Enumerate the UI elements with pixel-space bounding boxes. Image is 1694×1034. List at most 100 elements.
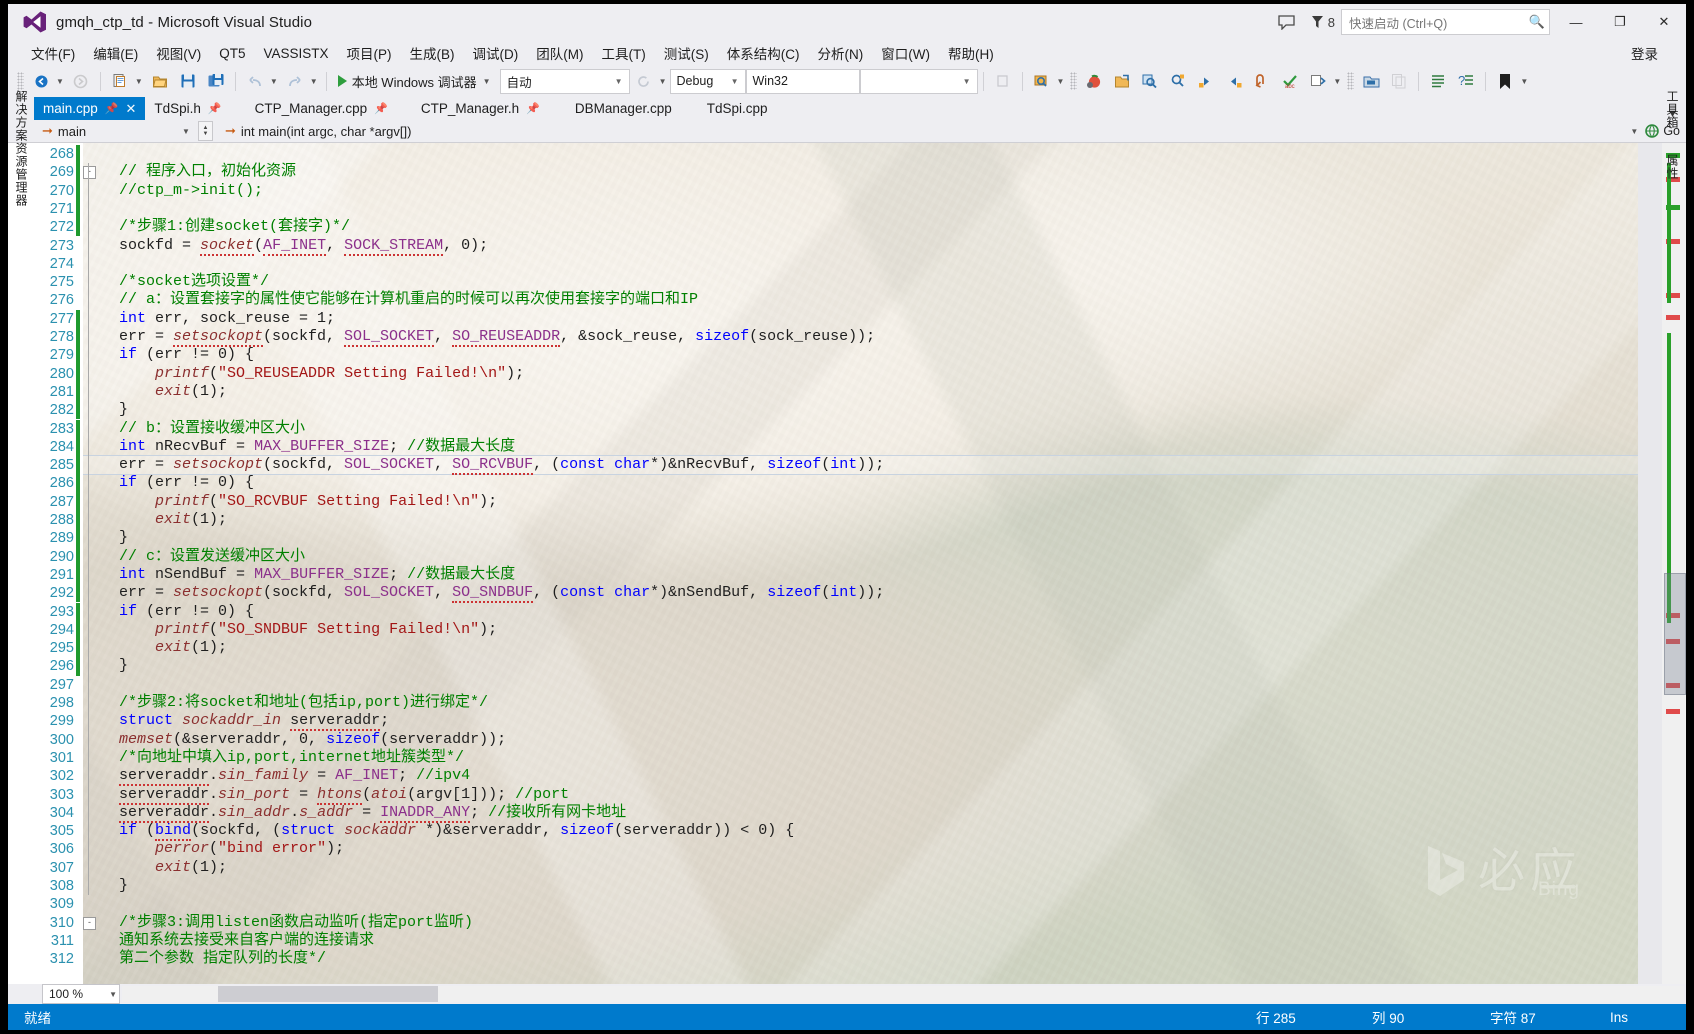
dock-solution-explorer[interactable]: 解决方案资源管理器	[13, 90, 30, 207]
refresh-icon[interactable]	[630, 69, 658, 93]
code-line[interactable]: struct sockaddr_in serveraddr;	[83, 712, 389, 732]
code-line[interactable]: /*步骤1:创建socket(套接字)*/	[83, 218, 350, 236]
code-line[interactable]: sockfd = socket(AF_INET, SOCK_STREAM, 0)…	[83, 236, 488, 256]
close-icon[interactable]: ✕	[125, 101, 136, 117]
code-line[interactable]: int nSendBuf = MAX_BUFFER_SIZE; //数据最大长度	[83, 566, 515, 584]
goto-previous-icon[interactable]	[1192, 69, 1220, 93]
code-text-area[interactable]: - // 程序入口，初始化资源 //ctp_m->init(); /*步骤1:创…	[83, 143, 1638, 984]
tab-main-cpp[interactable]: main.cpp 📌 ✕	[34, 97, 146, 120]
code-line[interactable]: printf("SO_REUSEADDR Setting Failed!\n")…	[83, 365, 524, 383]
platform-target-combo[interactable]: 自动 ▼	[499, 68, 630, 94]
redo-icon[interactable]	[281, 69, 309, 93]
code-line[interactable]: if (err != 0) {	[83, 474, 254, 492]
find-symbol-icon[interactable]	[1136, 69, 1164, 93]
code-line[interactable]: // c：设置发送缓冲区大小	[83, 548, 305, 566]
code-line[interactable]: //ctp_m->init();	[83, 182, 263, 200]
code-line[interactable]: int err, sock_reuse = 1;	[83, 310, 335, 328]
code-line[interactable]: err = setsockopt(sockfd, SOL_SOCKET, SO_…	[83, 456, 884, 476]
refresh-dropdown-icon[interactable]: ▼	[658, 77, 670, 86]
dock-toolbox[interactable]: 工具箱	[1664, 90, 1681, 129]
open-file-icon[interactable]	[146, 69, 174, 93]
menu-vassistx[interactable]: VASSISTX	[255, 43, 338, 64]
code-line[interactable]: /*步骤3:调用listen函数启动监听(指定port监听)	[83, 914, 473, 932]
open-file-in-solution-icon[interactable]	[1108, 69, 1136, 93]
nav-spinner[interactable]: ▲ ▼	[198, 121, 213, 141]
code-line[interactable]: exit(1);	[83, 511, 227, 529]
code-line[interactable]: serveraddr.sin_family = AF_INET; //ipv4	[83, 767, 470, 787]
member-overflow-icon[interactable]: ▼	[1627, 127, 1641, 136]
list-hashtags-icon[interactable]: ?	[1452, 69, 1480, 93]
code-line[interactable]: err = setsockopt(sockfd, SOL_SOCKET, SO_…	[83, 584, 884, 604]
toolbar-grip[interactable]	[17, 72, 24, 90]
bookmark-icon[interactable]	[1491, 69, 1519, 93]
pin-icon-4[interactable]: 📌	[526, 102, 540, 115]
tab-tdspi-cpp[interactable]: TdSpi.cpp	[680, 97, 777, 120]
code-line[interactable]: /*向地址中填入ip,port,internet地址簇类型*/	[83, 749, 464, 767]
code-line[interactable]: // 程序入口，初始化资源	[83, 163, 296, 181]
menu-team[interactable]: 团队(M)	[527, 40, 592, 66]
pin-icon[interactable]: 📌	[105, 102, 119, 115]
redo-dropdown-icon[interactable]: ▼	[309, 77, 321, 86]
navigate-backward-dropdown-icon[interactable]: ▼	[55, 77, 67, 86]
menu-window[interactable]: 窗口(W)	[872, 40, 939, 66]
find-dropdown-icon[interactable]: ▼	[1056, 77, 1068, 86]
horizontal-scrollbar[interactable]	[122, 986, 1684, 1002]
step-into-icon[interactable]	[989, 69, 1017, 93]
code-line[interactable]: /*步骤2:将socket和地址(包括ip,port)进行绑定*/	[83, 694, 488, 712]
start-debugging-dropdown-icon[interactable]: ▼	[482, 77, 494, 86]
maximize-button[interactable]: ❐	[1598, 5, 1642, 39]
list-methods-icon[interactable]	[1424, 69, 1452, 93]
code-line[interactable]: }	[83, 877, 128, 895]
horizontal-scrollbar-thumb[interactable]	[218, 986, 438, 1002]
sign-in-link[interactable]: 登录	[1631, 43, 1658, 63]
pin-icon-3[interactable]: 📌	[374, 102, 388, 115]
menu-view[interactable]: 视图(V)	[147, 40, 210, 66]
start-debugging-button[interactable]: 本地 Windows 调试器 ▼	[332, 69, 500, 93]
find-references-icon[interactable]	[1164, 69, 1192, 93]
code-line[interactable]: printf("SO_SNDBUF Setting Failed!\n");	[83, 621, 497, 639]
menu-file[interactable]: 文件(F)	[22, 40, 84, 66]
minimize-button[interactable]: —	[1554, 5, 1598, 39]
scope-dropdown[interactable]: ➞ main ▼	[34, 120, 194, 142]
menu-help[interactable]: 帮助(H)	[939, 40, 1003, 66]
quick-launch-box[interactable]: 快速启动 (Ctrl+Q) 🔍	[1341, 9, 1550, 35]
navigate-backward-icon[interactable]	[27, 69, 55, 93]
open-containing-folder-icon[interactable]	[1357, 69, 1385, 93]
goto-next-icon[interactable]	[1220, 69, 1248, 93]
tab-dbmanager-cpp[interactable]: DBManager.cpp	[548, 97, 681, 120]
chevron-down-icon-scope[interactable]: ▼	[179, 127, 193, 136]
code-line[interactable]: if (bind(sockfd, (struct sockaddr *)&ser…	[83, 822, 794, 842]
find-in-files-icon[interactable]	[1028, 69, 1056, 93]
menu-build[interactable]: 生成(B)	[401, 40, 464, 66]
menu-project[interactable]: 项目(P)	[338, 40, 401, 66]
code-line[interactable]: /*socket选项设置*/	[83, 273, 269, 291]
code-line[interactable]: perror("bind error");	[83, 840, 344, 858]
menu-architecture[interactable]: 体系结构(C)	[718, 40, 809, 66]
menu-test[interactable]: 测试(S)	[655, 40, 718, 66]
dock-properties[interactable]: 属性	[1664, 154, 1681, 180]
code-line[interactable]: if (err != 0) {	[83, 603, 254, 621]
code-line[interactable]: serveraddr.sin_addr.s_addr = INADDR_ANY;…	[83, 803, 626, 823]
code-line[interactable]: // b：设置接收缓冲区大小	[83, 420, 305, 438]
notifications-button[interactable]: 8	[1304, 15, 1341, 30]
extra-combo[interactable]: ▼	[859, 68, 978, 94]
go-globe-icon[interactable]	[1645, 124, 1660, 138]
tab-ctp-manager-cpp[interactable]: CTP_Manager.cpp 📌	[230, 97, 397, 120]
code-line[interactable]: exit(1);	[83, 639, 227, 657]
code-line[interactable]: int nRecvBuf = MAX_BUFFER_SIZE; //数据最大长度	[83, 438, 515, 456]
code-line[interactable]: exit(1);	[83, 383, 227, 401]
member-dropdown[interactable]: ➞ int main(int argc, char *argv[])	[217, 120, 412, 142]
pin-icon-2[interactable]: 📌	[208, 102, 222, 115]
code-line[interactable]: memset(&serveraddr, 0, sizeof(serveraddr…	[83, 731, 506, 749]
code-line[interactable]: printf("SO_RCVBUF Setting Failed!\n");	[83, 493, 497, 511]
menu-analyze[interactable]: 分析(N)	[809, 40, 873, 66]
navigate-forward-icon[interactable]	[67, 69, 95, 93]
menu-tools[interactable]: 工具(T)	[593, 40, 655, 66]
spell-check-icon[interactable]: abc	[1276, 69, 1304, 93]
bookmark-dropdown-icon[interactable]: ▼	[1519, 77, 1531, 86]
tab-tdspi-h[interactable]: TdSpi.h 📌	[145, 97, 231, 120]
toolbar-grip-2[interactable]	[1070, 72, 1078, 90]
copy-reference-icon[interactable]	[1385, 69, 1413, 93]
menu-edit[interactable]: 编辑(E)	[84, 40, 147, 66]
solution-configuration-combo[interactable]: Debug ▼	[669, 68, 746, 94]
